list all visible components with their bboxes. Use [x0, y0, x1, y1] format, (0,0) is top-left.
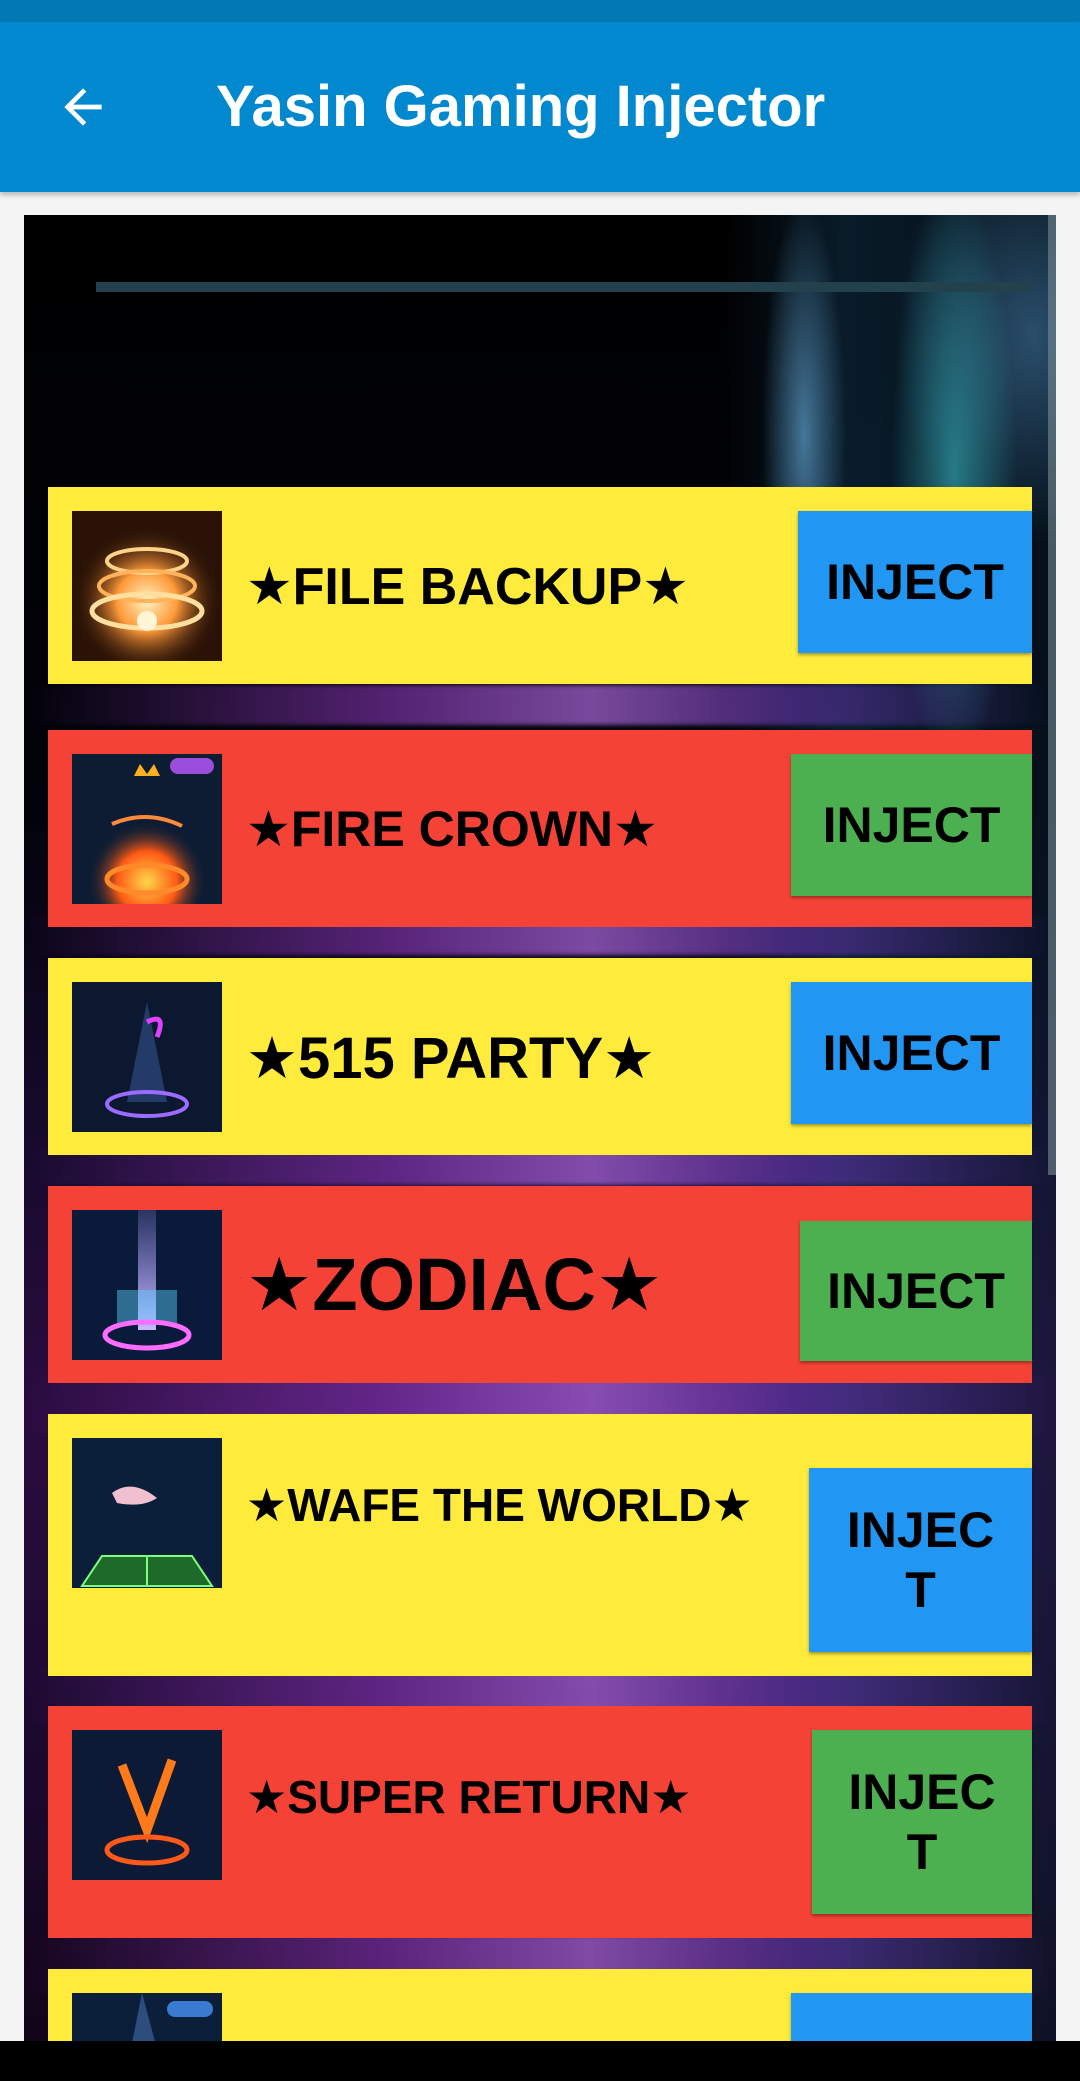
item-label: ★WAFE THE WORLD★ — [246, 1479, 753, 1531]
app-bar: Yasin Gaming Injector — [0, 22, 1080, 192]
scrollbar[interactable] — [1048, 215, 1056, 1175]
back-button[interactable] — [50, 74, 116, 140]
inject-button[interactable]: INJECT — [798, 511, 1032, 653]
item-label: ★FILE BACKUP★ — [246, 558, 689, 616]
inject-button[interactable]: INJEC T — [809, 1468, 1032, 1652]
item-label: ★515 PARTY★ — [246, 1026, 656, 1091]
app-title: Yasin Gaming Injector — [216, 74, 826, 139]
navigation-bar — [0, 2041, 1080, 2081]
wave-world-effect-icon — [72, 1438, 222, 1588]
list-item-summer-gala: ★SUMMER GALA★ INJEC — [48, 1969, 1032, 2041]
item-label: ★SUPER RETURN★ — [246, 1771, 692, 1823]
summer-gala-effect-icon — [72, 1993, 222, 2041]
item-label: ★SUMMER GALA★ — [246, 2033, 713, 2041]
item-label: ★ZODIAC★ — [246, 1243, 663, 1326]
list-item-fire-crown: ★FIRE CROWN★ INJECT — [48, 730, 1032, 927]
progress-track — [96, 282, 1031, 292]
list-item-file-backup: ★FILE BACKUP★ INJECT — [48, 487, 1032, 684]
content-background: ★FILE BACKUP★ INJECT ★FIRE CROWN★ INJECT… — [24, 215, 1056, 2041]
list-item-zodiac: ★ZODIAC★ INJECT — [48, 1186, 1032, 1383]
golden-ring-effect-icon — [72, 511, 222, 661]
list-item-super-return: ★SUPER RETURN★ INJEC T — [48, 1706, 1032, 1938]
arrow-left-icon — [64, 88, 102, 126]
zodiac-effect-icon — [72, 1210, 222, 1360]
super-return-effect-icon — [72, 1730, 222, 1880]
inject-button[interactable]: INJECT — [791, 982, 1032, 1124]
background-glow — [24, 685, 1056, 725]
inject-button[interactable]: INJECT — [800, 1221, 1032, 1361]
list-item-wafe-the-world: ★WAFE THE WORLD★ INJEC T — [48, 1414, 1032, 1676]
party-effect-icon — [72, 982, 222, 1132]
fire-crown-effect-icon — [72, 754, 222, 904]
inject-button[interactable]: INJEC T — [812, 1730, 1032, 1914]
item-label: ★FIRE CROWN★ — [246, 801, 658, 857]
inject-button[interactable]: INJECT — [791, 754, 1032, 896]
status-bar — [0, 0, 1080, 22]
inject-button[interactable]: INJEC — [791, 1993, 1032, 2041]
list-item-515-party: ★515 PARTY★ INJECT — [48, 958, 1032, 1155]
